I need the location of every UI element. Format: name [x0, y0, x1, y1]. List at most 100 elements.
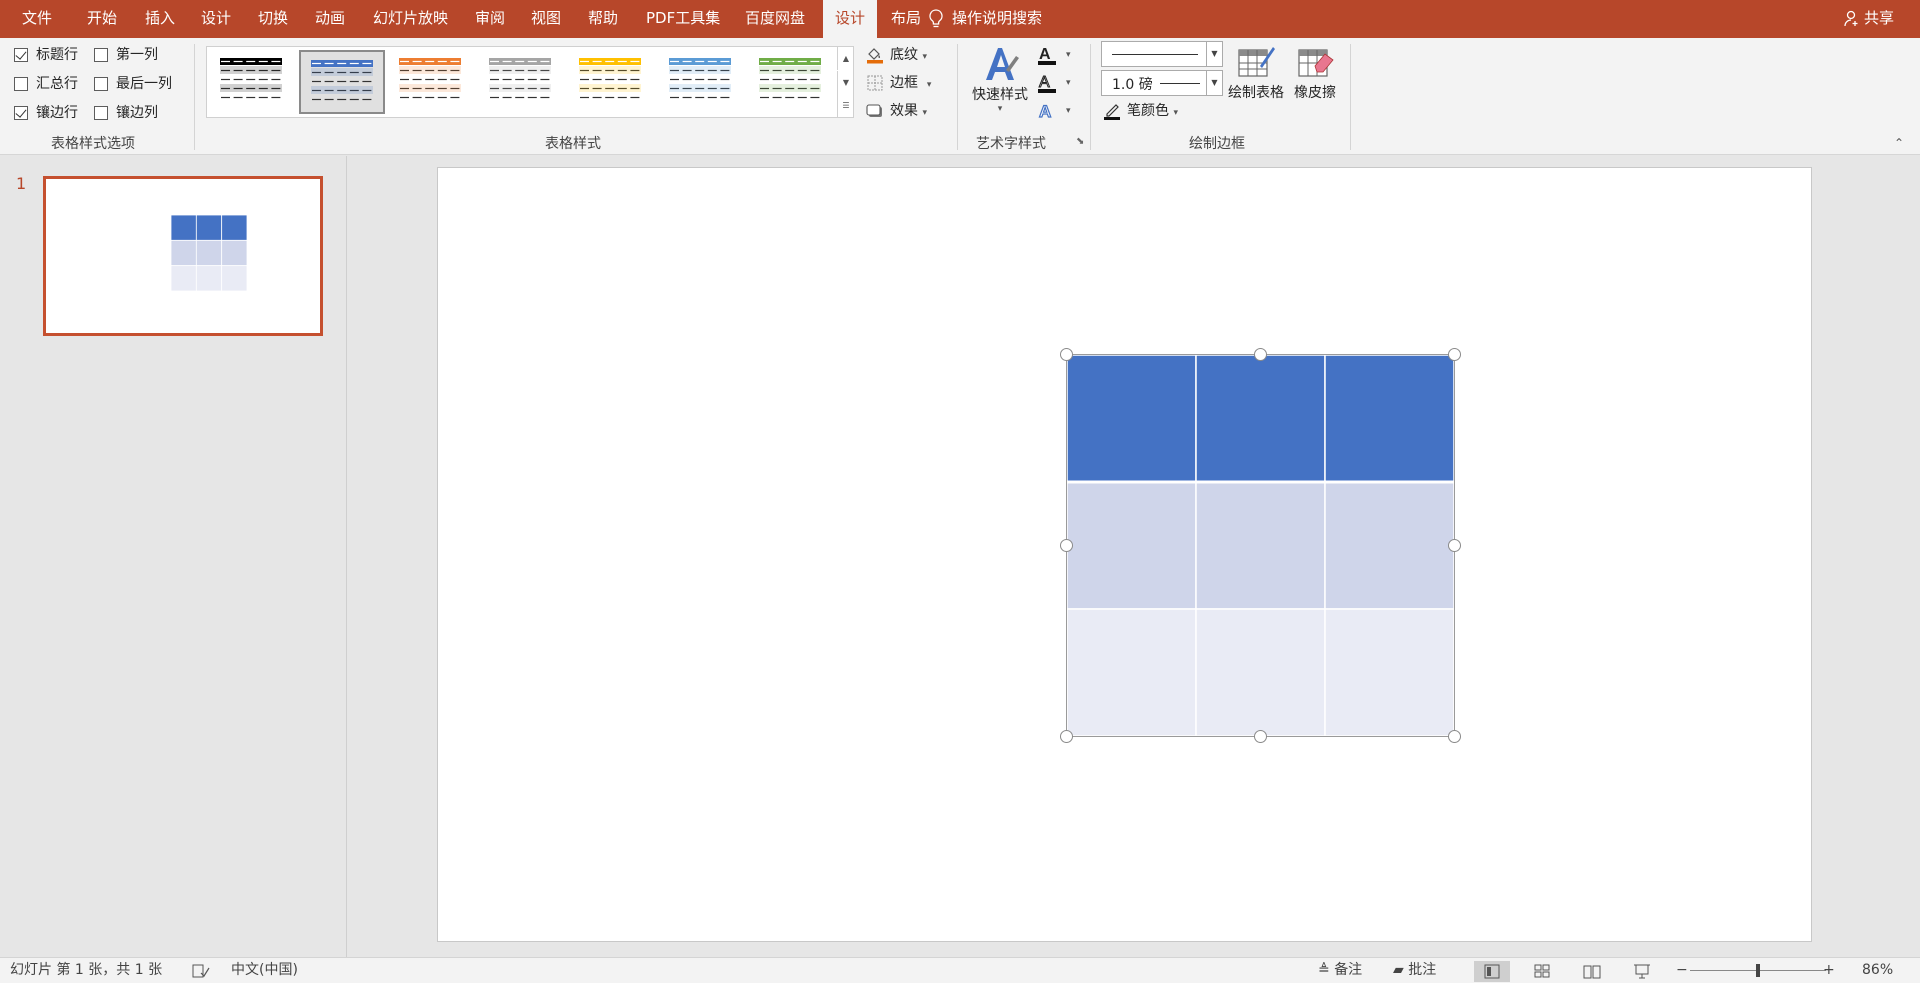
slide-sorter-button[interactable] [1524, 961, 1560, 982]
table-style-preview [579, 58, 641, 99]
resize-handle-top-right[interactable] [1448, 348, 1461, 361]
first-column-checkbox[interactable] [94, 48, 108, 62]
notes-button[interactable]: ≜ 备注 [1318, 958, 1362, 983]
tab-insert[interactable]: 插入 [145, 0, 175, 38]
tab-transitions[interactable]: 切换 [258, 0, 288, 38]
thumbnail-table-cell [221, 214, 248, 241]
resize-handle-bottom-right[interactable] [1448, 730, 1461, 743]
tab-table-design[interactable]: 设计 [823, 0, 877, 38]
table-style-option[interactable] [299, 50, 385, 114]
table-cell[interactable] [1195, 481, 1326, 610]
text-fill-button[interactable]: A ▾ [1036, 44, 1076, 66]
tell-me-label: 操作说明搜索 [952, 9, 1043, 27]
table-cell[interactable] [1195, 608, 1326, 737]
table-style-option[interactable] [389, 50, 475, 114]
collapse-ribbon-icon[interactable]: ⌃ [1894, 136, 1904, 150]
eraser-button[interactable]: 橡皮擦 [1290, 44, 1340, 104]
gallery-scroll-down[interactable]: ▼ [837, 71, 854, 94]
eraser-icon [1298, 49, 1334, 77]
pen-style-line [1112, 54, 1198, 55]
table-styles-gallery: ▲ ▼ ☰ [206, 46, 854, 118]
tab-animations[interactable]: 动画 [315, 0, 345, 38]
slide-thumbnail[interactable] [43, 176, 323, 336]
tab-view[interactable]: 视图 [531, 0, 561, 38]
pen-color-label: 笔颜色 [1127, 103, 1169, 119]
chevron-down-icon: ▾ [926, 80, 932, 90]
chevron-down-icon: ▼ [1206, 71, 1222, 95]
total-row-checkbox[interactable] [14, 77, 28, 91]
zoom-level[interactable]: 86% [1862, 958, 1893, 983]
table-style-option[interactable] [749, 50, 835, 114]
text-effects-button[interactable]: A ▾ [1036, 100, 1076, 122]
table-style-option[interactable] [659, 50, 745, 114]
group-separator [194, 44, 195, 150]
quick-styles-button[interactable]: 快速样式 ▾ [968, 42, 1032, 126]
draw-table-button[interactable]: 绘制表格 [1224, 44, 1288, 104]
tab-help[interactable]: 帮助 [588, 0, 618, 38]
tab-pdf-tools[interactable]: PDF工具集 [646, 0, 720, 38]
resize-handle-bottom[interactable] [1254, 730, 1267, 743]
table-style-option[interactable] [210, 50, 296, 114]
table-cell[interactable] [1066, 481, 1197, 610]
resize-handle-left[interactable] [1060, 539, 1073, 552]
spelling-check-icon[interactable] [192, 964, 210, 978]
table-style-preview [669, 58, 731, 99]
tell-me-search[interactable]: 操作说明搜索 [929, 0, 1043, 38]
comments-label: 批注 [1408, 962, 1437, 978]
table-header-cell[interactable] [1195, 354, 1326, 483]
table-style-option[interactable] [479, 50, 565, 114]
table-cell[interactable] [1066, 608, 1197, 737]
thumbnail-table-cell [170, 214, 197, 241]
tab-design[interactable]: 设计 [201, 0, 231, 38]
chevron-down-icon: ▾ [922, 52, 927, 62]
pen-style-dropdown[interactable]: ▼ [1101, 41, 1223, 67]
thumbnail-table-cell [221, 265, 248, 292]
resize-handle-right[interactable] [1448, 539, 1461, 552]
table-style-option[interactable] [569, 50, 655, 114]
last-column-checkbox[interactable] [94, 77, 108, 91]
svg-text:A: A [1039, 74, 1050, 91]
normal-view-button[interactable] [1474, 961, 1510, 982]
zoom-in-button[interactable]: + [1823, 958, 1835, 983]
tab-baidu-netdisk[interactable]: 百度网盘 [745, 0, 805, 38]
tab-table-layout[interactable]: 布局 [891, 0, 921, 38]
thumbnail-table-cell [170, 239, 197, 267]
pen-weight-line [1160, 83, 1200, 84]
text-outline-button[interactable]: A ▾ [1036, 72, 1076, 94]
quick-styles-label: 快速样式 [972, 87, 1028, 103]
reading-view-button[interactable] [1574, 961, 1610, 982]
resize-handle-bottom-left[interactable] [1060, 730, 1073, 743]
share-button[interactable]: 共享 [1844, 0, 1894, 38]
dialog-launcher-icon[interactable]: ⬊ [1076, 136, 1084, 147]
thumbnail-table-cell [170, 265, 197, 292]
wordart-a-icon [986, 48, 1019, 80]
zoom-slider-thumb[interactable] [1756, 964, 1760, 977]
draw-table-icon [1238, 47, 1275, 77]
zoom-out-button[interactable]: − [1676, 958, 1688, 983]
comments-button[interactable]: ▰ 批注 [1393, 958, 1436, 983]
resize-handle-top-left[interactable] [1060, 348, 1073, 361]
svg-text:A: A [1039, 46, 1051, 63]
header-row-checkbox[interactable] [14, 48, 28, 62]
group-label-draw-borders: 绘制边框 [1189, 136, 1245, 152]
text-fill-icon: A [1038, 46, 1056, 65]
selected-table[interactable] [1066, 354, 1455, 737]
resize-handle-top[interactable] [1254, 348, 1267, 361]
tab-file[interactable]: 文件 [22, 0, 52, 38]
banded-columns-checkbox[interactable] [94, 106, 108, 120]
language-indicator[interactable]: 中文(中国) [231, 958, 298, 983]
pen-weight-dropdown[interactable]: 1.0 磅 ▼ [1101, 70, 1223, 96]
slide-info: 幻灯片 第 1 张，共 1 张 [10, 962, 163, 978]
tab-review[interactable]: 审阅 [475, 0, 505, 38]
gallery-more-button[interactable]: ☰ [837, 94, 854, 117]
table-cell[interactable] [1324, 608, 1455, 737]
slideshow-button[interactable] [1624, 961, 1660, 982]
tab-home[interactable]: 开始 [87, 0, 117, 38]
tab-slideshow[interactable]: 幻灯片放映 [373, 0, 448, 38]
table-header-cell[interactable] [1324, 354, 1455, 483]
effects-label: 效果 [890, 103, 918, 119]
gallery-scroll-up[interactable]: ▲ [837, 47, 854, 70]
table-cell[interactable] [1324, 481, 1455, 610]
table-header-cell[interactable] [1066, 354, 1197, 483]
banded-rows-checkbox[interactable] [14, 106, 28, 120]
